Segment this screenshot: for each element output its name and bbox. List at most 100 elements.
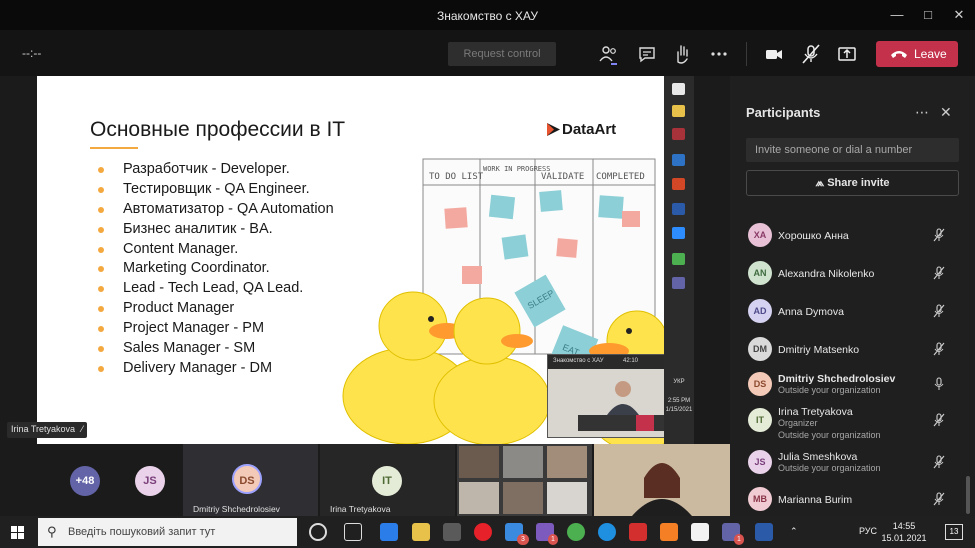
tile-video-woman[interactable] xyxy=(594,444,730,516)
avatar: MB xyxy=(748,487,772,511)
participants-icon[interactable] xyxy=(597,42,621,66)
professions-list: Разработчик - Developer. Тестировщик - Q… xyxy=(97,160,367,379)
participant-subtitle: Organizer xyxy=(778,418,818,428)
gallery-video-grid xyxy=(459,446,587,514)
more-options-icon[interactable]: ⋯ xyxy=(915,104,929,121)
list-item: Тестировщик - QA Engineer. xyxy=(97,180,367,200)
store-icon[interactable] xyxy=(443,523,461,541)
mic-muted-icon[interactable] xyxy=(932,455,946,469)
font-app-icon[interactable] xyxy=(691,523,709,541)
participant-row[interactable]: MB Marianna Burim xyxy=(746,483,964,517)
more-actions-icon[interactable] xyxy=(707,42,731,66)
participant-row[interactable]: IT Irina Tretyakova Organizer Outside your … xyxy=(746,404,964,440)
participant-row[interactable]: AN Alexandra Nikolenko xyxy=(746,257,964,291)
bullet-dot xyxy=(98,186,104,193)
mic-muted-icon[interactable] xyxy=(799,42,823,66)
tile-irina[interactable]: IT Irina Tretyakova xyxy=(320,444,455,516)
list-item: Delivery Manager - DM xyxy=(97,359,367,379)
maximize-button[interactable]: □ xyxy=(918,6,938,24)
list-item-text: Тестировщик - QA Engineer. xyxy=(123,180,310,197)
share-invite-label: Share invite xyxy=(827,177,890,189)
list-item: Project Manager - PM xyxy=(97,319,367,339)
mic-icon[interactable] xyxy=(932,377,946,391)
search-app-icon[interactable] xyxy=(380,523,398,541)
word-icon xyxy=(672,203,685,215)
leave-button[interactable]: Leave xyxy=(876,41,958,67)
camera-icon[interactable] xyxy=(762,42,786,66)
logo-text: DataArt xyxy=(562,121,617,138)
taskbar-search[interactable]: ⚲ Введіть пошуковий запит тут xyxy=(38,518,297,546)
chat-icon[interactable] xyxy=(635,42,659,66)
share-invite-button[interactable]: ⩕ Share invite xyxy=(746,170,959,196)
participant-name: Хорошко Анна xyxy=(778,230,849,242)
outlook-icon xyxy=(672,154,685,166)
mic-muted-icon[interactable] xyxy=(932,304,946,318)
participant-name: Alexandra Nikolenko xyxy=(778,268,875,280)
search-icon: ⚲ xyxy=(47,524,57,539)
participant-row[interactable]: ХА Хорошко Анна xyxy=(746,219,964,253)
participants-panel: Participants ⋯ ✕ Invite someone or dial … xyxy=(730,76,975,516)
request-control-button[interactable]: Request control xyxy=(448,42,556,66)
list-item-text: Разработчик - Developer. xyxy=(123,161,290,177)
mini-video-window[interactable]: Знакомство с ХАУ 42:10 xyxy=(547,354,664,438)
mic-muted-icon: ⁄ xyxy=(81,424,84,434)
more-participants-badge[interactable]: +48 xyxy=(70,466,100,496)
tile-gallery-share[interactable] xyxy=(457,444,592,516)
edge-icon[interactable] xyxy=(598,523,616,541)
participant-row[interactable]: DS Dmitriy Shchedrolosiev Outside your org… xyxy=(746,368,964,402)
mic-muted-icon[interactable] xyxy=(932,228,946,242)
tile-avatar-ds: DS xyxy=(232,464,262,494)
windows-taskbar: ⚲ Введіть пошуковий запит тут 3 1 1 ⌃ РУ… xyxy=(0,516,975,548)
file-explorer-icon[interactable] xyxy=(412,523,430,541)
participant-row[interactable]: JS Julia Smeshkova Outside your organizati… xyxy=(746,446,964,480)
avatar: JS xyxy=(748,450,772,474)
mic-muted-icon[interactable] xyxy=(932,266,946,280)
bullet-dot xyxy=(98,167,104,173)
list-item-text: Product Manager xyxy=(123,300,235,317)
participant-row[interactable]: AD Anna Dymova xyxy=(746,295,964,329)
list-item-text: Marketing Coordinator. xyxy=(123,260,270,277)
chrome-icon[interactable] xyxy=(567,523,585,541)
mic-muted-icon[interactable] xyxy=(932,492,946,506)
board-column-validate: VALIDATE xyxy=(541,172,584,182)
meeting-toolbar: --:-- Request control Leave xyxy=(0,30,975,76)
avatar: ХА xyxy=(748,223,772,247)
mic-muted-icon[interactable] xyxy=(932,342,946,356)
list-item: Marketing Coordinator. xyxy=(97,259,367,279)
bullet-dot xyxy=(98,346,104,353)
taskbar-clock[interactable]: 14:55 15.01.2021 xyxy=(880,520,928,544)
list-item-text: Бизнес аналитик - BA. xyxy=(123,220,273,237)
close-panel-icon[interactable]: ✕ xyxy=(940,104,952,121)
zoom-icon xyxy=(672,227,685,239)
tile-dmitriy[interactable]: DS Dmitriy Shchedrolosiev xyxy=(183,444,318,516)
task-view-icon[interactable] xyxy=(344,523,362,541)
mic-muted-icon[interactable] xyxy=(932,413,946,427)
language-indicator[interactable]: РУС xyxy=(859,526,877,536)
tile-avatar-it: IT xyxy=(372,466,402,496)
bullet-dot xyxy=(98,306,104,313)
acrobat-icon[interactable] xyxy=(629,523,647,541)
teams-badge: 1 xyxy=(734,534,744,545)
raise-hand-icon[interactable] xyxy=(670,42,694,66)
invite-input[interactable]: Invite someone or dial a number xyxy=(746,138,959,162)
word-icon[interactable] xyxy=(755,523,773,541)
notifications-icon[interactable]: 13 xyxy=(945,524,963,540)
participant-row[interactable]: DM Dmitriy Matsenko xyxy=(746,333,964,367)
list-item-text: Content Manager. xyxy=(123,240,239,257)
minimize-button[interactable]: — xyxy=(887,6,907,24)
mini-video-end-call[interactable] xyxy=(636,415,654,431)
toolbar-divider xyxy=(746,42,747,66)
close-window-button[interactable]: ✕ xyxy=(949,6,969,24)
tile-name-ds: Dmitriy Shchedrolosiev xyxy=(193,504,280,514)
shopping-icon[interactable] xyxy=(660,523,678,541)
windows-start-icon[interactable] xyxy=(11,526,24,539)
slide-title: Основные профессии в IT xyxy=(90,118,346,141)
windows-icon xyxy=(672,83,685,95)
tray-chevron-icon[interactable]: ⌃ xyxy=(790,526,798,537)
presenter-name: Irina Tretyakova xyxy=(11,424,76,434)
opera-icon[interactable] xyxy=(474,523,492,541)
cortana-icon[interactable] xyxy=(309,523,327,541)
panel-scrollbar[interactable] xyxy=(966,476,970,514)
bullet-dot xyxy=(98,226,104,233)
share-screen-icon[interactable] xyxy=(835,42,859,66)
